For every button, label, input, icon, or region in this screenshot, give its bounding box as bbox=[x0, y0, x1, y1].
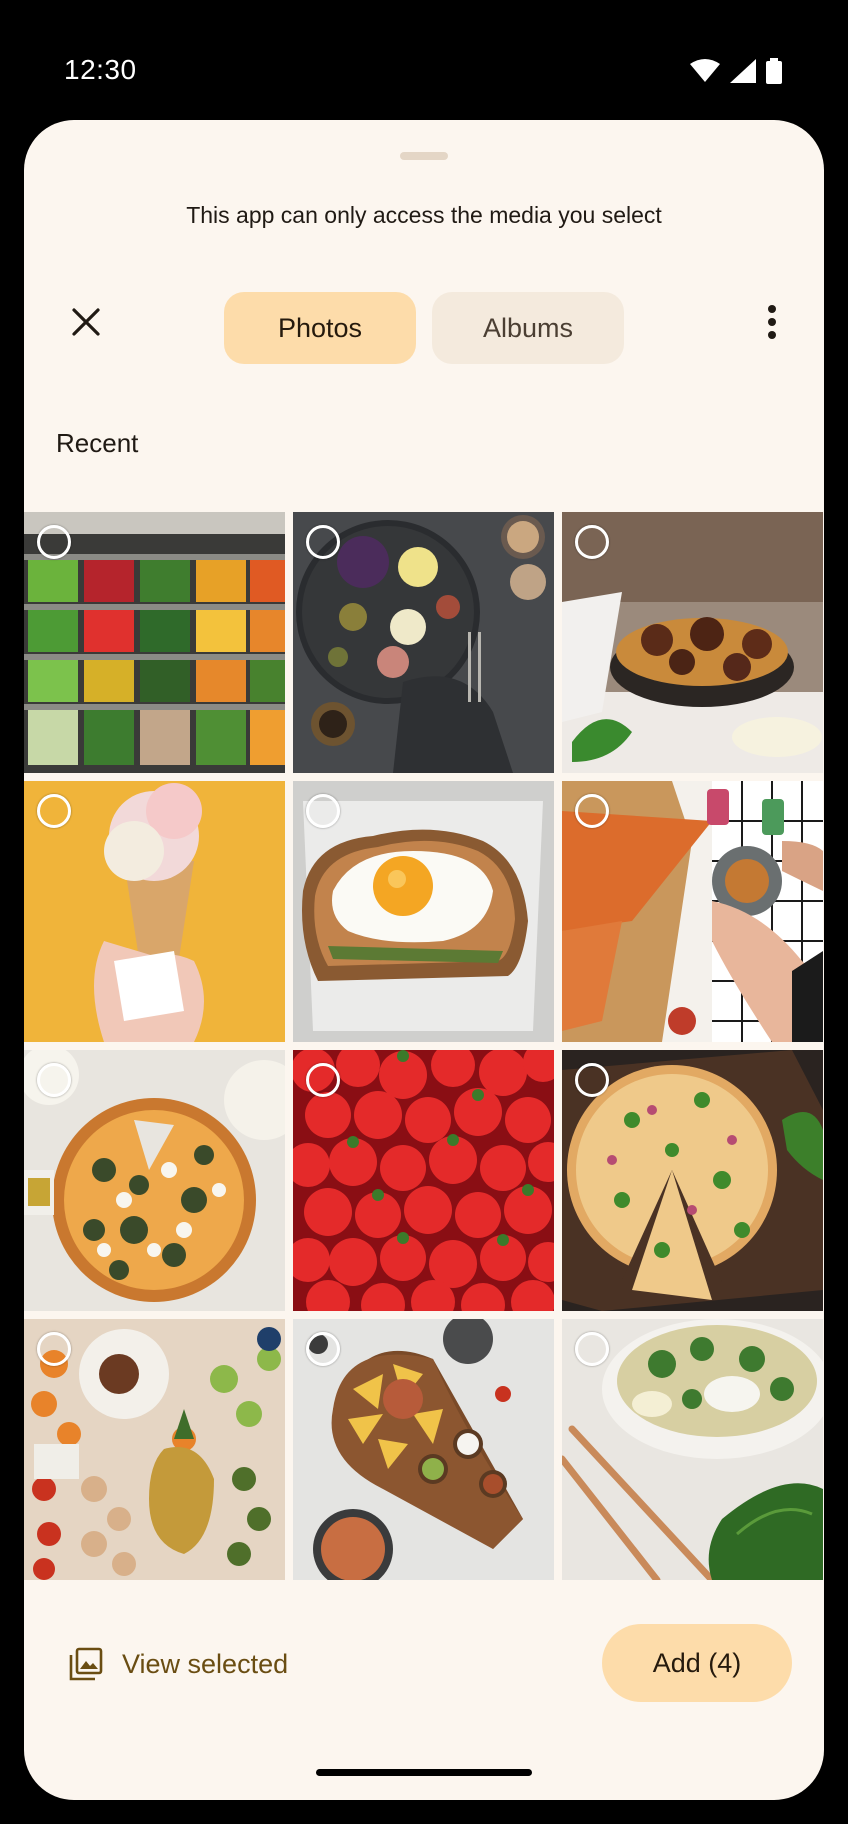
photo-picker-sheet: This app can only access the media you s… bbox=[24, 120, 824, 1800]
tab-photos[interactable]: Photos bbox=[224, 292, 416, 364]
home-indicator[interactable] bbox=[316, 1769, 532, 1776]
photo-tile[interactable] bbox=[293, 1319, 554, 1580]
photo-tile[interactable] bbox=[24, 512, 285, 773]
photo-tile[interactable] bbox=[562, 1050, 823, 1311]
add-button[interactable]: Add (4) bbox=[602, 1624, 792, 1702]
section-title: Recent bbox=[56, 428, 139, 458]
select-circle[interactable] bbox=[575, 794, 609, 828]
photo-tile[interactable] bbox=[562, 781, 823, 1042]
view-selected-button[interactable]: View selected bbox=[68, 1646, 288, 1682]
photo-tile[interactable] bbox=[293, 1050, 554, 1311]
photo-tile[interactable] bbox=[24, 1319, 285, 1580]
bottom-action-bar: View selected Add (4) bbox=[24, 1580, 824, 1740]
battery-icon bbox=[766, 58, 782, 84]
status-time: 12:30 bbox=[64, 54, 137, 85]
close-button[interactable] bbox=[58, 294, 114, 350]
select-circle[interactable] bbox=[37, 525, 71, 559]
select-circle[interactable] bbox=[575, 1332, 609, 1366]
photo-tile[interactable] bbox=[293, 781, 554, 1042]
wifi-icon bbox=[690, 59, 720, 82]
select-circle[interactable] bbox=[575, 525, 609, 559]
select-circle[interactable] bbox=[306, 1063, 340, 1097]
drag-handle[interactable] bbox=[400, 152, 448, 160]
tab-albums[interactable]: Albums bbox=[432, 292, 624, 364]
status-icons bbox=[690, 58, 782, 84]
close-icon bbox=[72, 308, 100, 336]
select-circle[interactable] bbox=[37, 1063, 71, 1097]
select-circle[interactable] bbox=[306, 1332, 340, 1366]
select-circle[interactable] bbox=[306, 794, 340, 828]
select-circle[interactable] bbox=[37, 1332, 71, 1366]
photo-tile[interactable] bbox=[24, 781, 285, 1042]
status-bar: 12:30 bbox=[0, 0, 848, 120]
photo-tile[interactable] bbox=[293, 512, 554, 773]
view-selected-label: View selected bbox=[122, 1648, 289, 1679]
access-hint: This app can only access the media you s… bbox=[186, 202, 662, 228]
photo-tile[interactable] bbox=[562, 512, 823, 773]
select-circle[interactable] bbox=[575, 1063, 609, 1097]
select-circle[interactable] bbox=[306, 525, 340, 559]
image-stack-icon bbox=[69, 1647, 103, 1681]
signal-icon bbox=[730, 59, 756, 83]
photo-tile[interactable] bbox=[562, 1319, 823, 1580]
photo-tile[interactable] bbox=[24, 1050, 285, 1311]
select-circle[interactable] bbox=[37, 794, 71, 828]
more-options-button[interactable] bbox=[744, 294, 800, 350]
more-vert-icon bbox=[768, 305, 776, 339]
